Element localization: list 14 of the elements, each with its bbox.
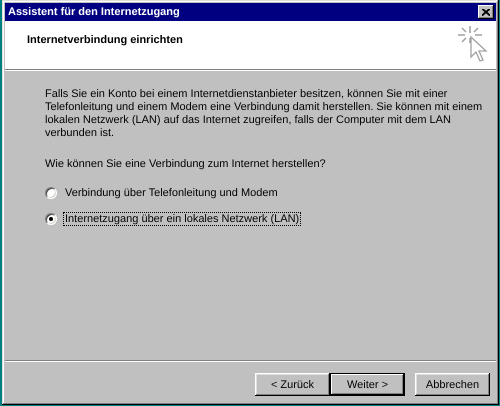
window-title: Assistent für den Internetzugang: [8, 6, 180, 18]
question-text: Wie können Sie eine Verbindung zum Internet herstellen?: [45, 158, 327, 171]
close-icon: [482, 8, 490, 16]
wizard-button[interactable]: Weiter >: [330, 373, 405, 396]
wizard-button[interactable]: Abbrechen: [415, 373, 490, 396]
radio-button[interactable]: [45, 213, 57, 225]
intro-text: Falls Sie ein Konto bei einem Internetdienstanbieter besitzen, können Sie mit einer Telefonleitung und einem Modem eine Verbindung damit herstellen. Sie können mit einem lokalen Netzwerk (LAN) auf das Internet zugreifen, falls der Computer mit dem LAN verbunden ist.: [45, 88, 484, 140]
page-heading: Internetverbindung einrichten: [27, 34, 183, 48]
radio-button[interactable]: [45, 187, 57, 199]
close-button[interactable]: [478, 5, 494, 19]
radio-label[interactable]: Verbindung über Telefonleitung und Modem: [63, 186, 280, 200]
radio-label[interactable]: Internetzugang über ein lokales Netzwerk (LAN): [63, 212, 302, 226]
cursor-sparkle-icon: [456, 25, 488, 65]
wizard-button[interactable]: < Zurück: [255, 373, 330, 396]
